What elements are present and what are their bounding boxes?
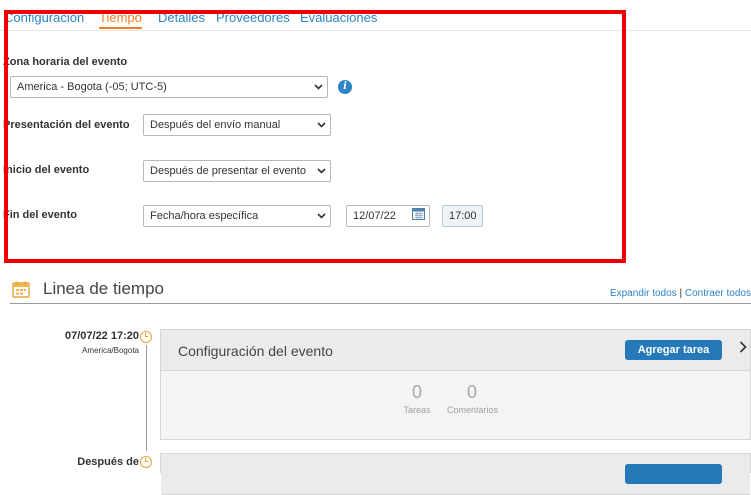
tab-tiempo[interactable]: Tiempo bbox=[99, 10, 142, 29]
tasks-count: 0 bbox=[411, 382, 422, 402]
tasks-label: Tareas bbox=[403, 405, 431, 415]
chevron-down-icon bbox=[312, 168, 330, 174]
card-title: Configuración del evento bbox=[178, 343, 333, 359]
end-select[interactable]: Fecha/hora específica bbox=[143, 205, 331, 227]
add-task-button[interactable]: Agregar tarea bbox=[625, 340, 722, 360]
timeline-line bbox=[146, 345, 147, 451]
tab-detalles[interactable]: Detalles bbox=[158, 10, 205, 25]
start-select[interactable]: Después de presentar el evento bbox=[143, 160, 331, 182]
tab-proveedores[interactable]: Proveedores bbox=[216, 10, 290, 25]
entry-timezone: America/Bogota bbox=[82, 346, 139, 355]
entry-date: Después de bbox=[77, 456, 139, 468]
timeline-title: Linea de tiempo bbox=[43, 279, 164, 298]
chevron-down-icon bbox=[312, 122, 330, 128]
clock-icon bbox=[140, 331, 152, 343]
timeline-divider bbox=[10, 303, 751, 304]
tab-bar: Configuración Tiempo Detalles Proveedore… bbox=[0, 0, 751, 31]
timezone-label: Zona horaria del evento bbox=[3, 56, 128, 68]
chevron-right-icon[interactable] bbox=[739, 340, 747, 356]
comments-count: 0 bbox=[466, 382, 477, 402]
end-time-input[interactable]: 17:00 bbox=[442, 205, 483, 227]
expand-all-link[interactable]: Expandir todos bbox=[610, 288, 677, 299]
presentation-label: Presentación del evento bbox=[3, 119, 130, 131]
start-value: Después de presentar el evento bbox=[150, 165, 306, 177]
next-event-card bbox=[160, 453, 751, 495]
tab-evaluaciones[interactable]: Evaluaciones bbox=[300, 10, 377, 25]
comments-stat: 0 Comentarios bbox=[447, 382, 499, 415]
tab-configuracion[interactable]: Configuración bbox=[4, 10, 84, 25]
collapse-all-link[interactable]: Contraer todos bbox=[685, 288, 751, 299]
link-separator: | bbox=[679, 288, 683, 299]
calendar-icon[interactable] bbox=[412, 207, 425, 225]
event-config-card: Configuración del evento Agregar tarea 0… bbox=[160, 329, 751, 440]
entry-date: 07/07/22 17:20 bbox=[64, 330, 139, 342]
start-label: Inicio del evento bbox=[3, 164, 90, 176]
info-icon[interactable]: i bbox=[338, 80, 352, 94]
timezone-value: America - Bogota (-05; UTC-5) bbox=[17, 81, 167, 93]
presentation-value: Después del envío manual bbox=[150, 119, 281, 131]
end-value: Fecha/hora específica bbox=[150, 210, 259, 222]
clock-icon bbox=[140, 456, 152, 468]
add-task-button[interactable] bbox=[625, 464, 722, 484]
chevron-down-icon bbox=[312, 213, 330, 219]
tasks-stat: 0 Tareas bbox=[397, 382, 437, 415]
card-header bbox=[161, 454, 750, 495]
timezone-select[interactable]: America - Bogota (-05; UTC-5) bbox=[10, 76, 328, 98]
timeline-links: Expandir todos | Contraer todos bbox=[610, 288, 751, 299]
presentation-select[interactable]: Después del envío manual bbox=[143, 114, 331, 136]
comments-label: Comentarios bbox=[447, 405, 499, 415]
timeline-calendar-icon bbox=[12, 281, 30, 303]
end-label: Fin del evento bbox=[3, 209, 77, 221]
card-header: Configuración del evento Agregar tarea bbox=[161, 330, 750, 371]
chevron-down-icon bbox=[309, 84, 327, 90]
